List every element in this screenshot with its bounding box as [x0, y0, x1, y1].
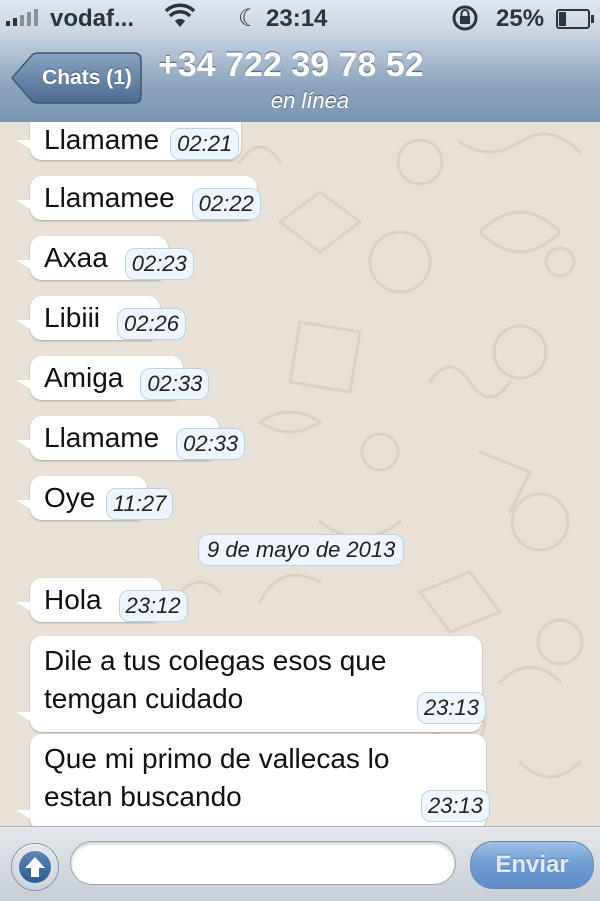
message-bubble[interactable]: Axaa 02:23	[16, 236, 194, 280]
message-bubble[interactable]: Oye 11:27	[15, 476, 174, 520]
message-text: Llamame	[44, 124, 160, 155]
message-text: Que mi primo de vallecas lo estan buscan…	[44, 743, 390, 812]
navigation-bar: Chats (1) +34 722 39 78 52 en línea	[0, 38, 600, 123]
chat-conversation[interactable]: Llamame 02:21 Llamamee 02:22 Axaa 02:23 …	[0, 122, 600, 826]
message-time: 02:21	[170, 128, 240, 160]
message-time: 02:22	[191, 188, 261, 220]
message-composer: Enviar	[0, 826, 600, 901]
attach-media-button[interactable]	[11, 843, 59, 891]
message-text: Llamame	[44, 422, 160, 453]
do-not-disturb-moon-icon: ☾	[238, 5, 260, 32]
send-button[interactable]: Enviar	[470, 841, 594, 889]
message-time: 23:12	[118, 590, 188, 622]
battery-percentage: 25%	[496, 5, 545, 32]
rotation-lock-icon	[450, 4, 480, 39]
message-bubble[interactable]: Llamamee 02:22	[16, 176, 261, 220]
message-time: 02:33	[176, 428, 246, 460]
clock: 23:14	[266, 5, 328, 32]
message-text: Amiga	[44, 362, 124, 393]
message-bubble[interactable]: Libiii 02:26	[15, 296, 187, 340]
date-divider: 9 de mayo de 2013	[198, 534, 405, 566]
message-bubble[interactable]: Llamame 02:21	[15, 122, 242, 160]
message-time: 02:23	[124, 248, 194, 280]
message-text: Libiii	[44, 302, 101, 333]
back-to-chats-button[interactable]: Chats (1)	[10, 52, 142, 104]
message-time: 02:33	[140, 368, 210, 400]
message-time: 11:27	[105, 488, 174, 520]
message-bubble[interactable]: Hola 23:12	[16, 578, 188, 622]
message-bubble[interactable]: Dile a tus colegas esos que temgan cuida…	[16, 636, 486, 732]
contact-phone-number[interactable]: +34 722 39 78 52	[150, 46, 600, 85]
message-bubble[interactable]: Que mi primo de vallecas lo estan buscan…	[16, 734, 490, 826]
message-bubble[interactable]: Llamame 02:33	[15, 416, 246, 460]
message-text-input[interactable]	[70, 841, 456, 885]
contact-status: en línea	[270, 88, 350, 113]
back-button-label: Chats (1)	[42, 66, 132, 89]
message-text: Hola	[44, 584, 102, 615]
message-time: 23:13	[416, 692, 486, 724]
message-text: Axaa	[44, 242, 108, 273]
message-bubble[interactable]: Amiga 02:33	[15, 356, 210, 400]
message-text: Dile a tus colegas esos que temgan cuida…	[44, 645, 387, 714]
carrier-name: vodaf...	[50, 5, 135, 32]
message-text: Llamamee	[44, 182, 175, 213]
battery-icon	[556, 9, 594, 29]
arrow-up-icon	[25, 857, 45, 877]
message-text: Oye	[44, 482, 96, 513]
wifi-icon	[164, 3, 196, 36]
message-time: 23:13	[420, 790, 490, 822]
status-bar: vodaf... ☾ 23:14 25%	[0, 0, 600, 38]
signal-strength-icon	[6, 8, 38, 26]
message-time: 02:26	[116, 308, 187, 340]
